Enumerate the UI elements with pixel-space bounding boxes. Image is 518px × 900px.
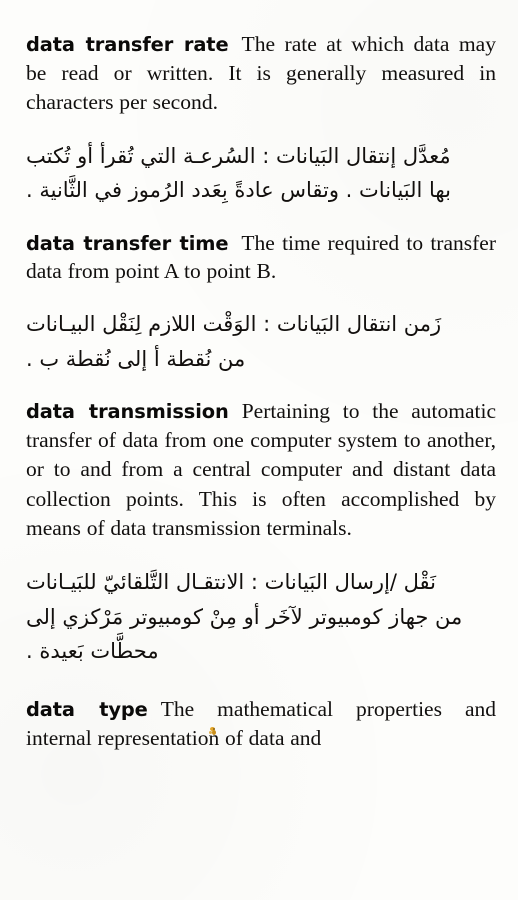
entry-arabic-line: من نُقطة أ إلى نُقطة ب . [26, 346, 246, 371]
dictionary-entry: data transmission Pertaining to the autom… [26, 397, 496, 669]
entry-arabic-line: محطَّات بَعيدة . [26, 639, 159, 664]
entry-arabic-line: مُعدَّل إنتقال البَيانات : السُرعـة التي… [26, 144, 451, 169]
entry-arabic-line: نَقْل /إرسال البَيانات : الانتقـال التَّ… [26, 569, 437, 594]
entry-arabic-block: زَمن انتقال البَيانات : الوَقْت اللازم ل… [26, 307, 496, 375]
entry-english-block: data transfer rate The rate at which data… [26, 30, 496, 118]
entry-arabic-block: مُعدَّل إنتقال البَيانات : السُرعـة التي… [26, 139, 496, 207]
dictionary-entry: data type The mathematical properties and… [26, 695, 496, 753]
entry-english-block: data transfer time The time required to t… [26, 229, 496, 286]
dictionary-page: data transfer rate The rate at which data… [0, 0, 518, 900]
dictionary-entry: data transfer time The time required to t… [26, 229, 496, 376]
entry-headword: data transfer time [26, 231, 229, 255]
entry-arabic-line: زَمن انتقال البَيانات : الوَقْت اللازم ل… [26, 312, 442, 337]
dictionary-entry: data transfer rate The rate at which data… [26, 30, 496, 208]
entry-headword: data transmission [26, 400, 229, 424]
entry-english-block: data transmission Pertaining to the autom… [26, 397, 496, 543]
entry-headword: data type [26, 698, 148, 722]
entry-arabic-block: نَقْل /إرسال البَيانات : الانتقـال التَّ… [26, 565, 496, 670]
entry-arabic-line: من جهاز كومبيوتر لآخَر أو مِنْ كومبيوتر … [26, 604, 463, 629]
entry-arabic-line: بها البَيانات . وتقاس عادةً بِعَدد الرُم… [26, 178, 451, 203]
entry-headword: data transfer rate [26, 32, 229, 56]
entry-english-block: data type The mathematical properties and… [26, 695, 496, 753]
